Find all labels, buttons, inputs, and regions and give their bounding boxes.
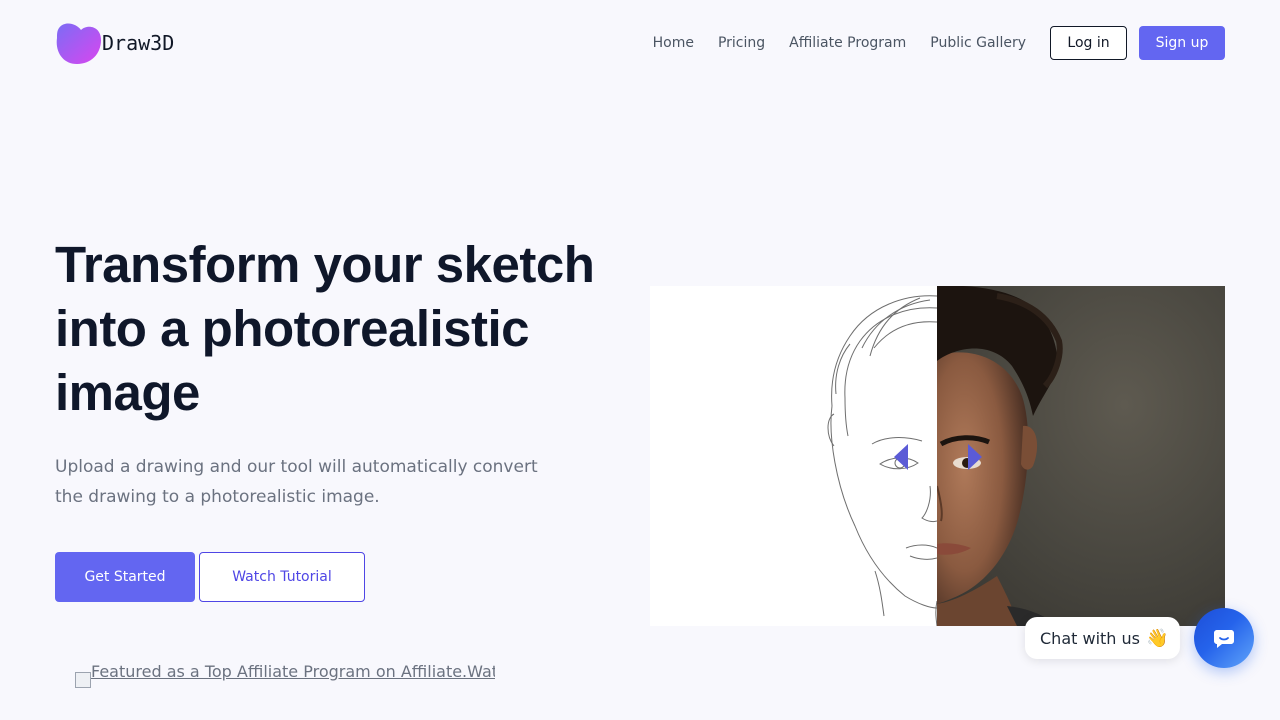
hero-title: Transform your sketch into a photorealis… [55, 236, 595, 421]
watch-tutorial-button[interactable]: Watch Tutorial [199, 552, 365, 602]
before-after-compare[interactable] [650, 286, 1225, 626]
featured-badge-link[interactable]: Featured as a Top Affiliate Program on A… [75, 662, 495, 688]
chat-open-button[interactable] [1194, 608, 1254, 668]
chevron-right-icon[interactable] [968, 444, 982, 470]
main-nav: Home Pricing Affiliate Program Public Ga… [653, 26, 1225, 60]
chevron-left-icon[interactable] [894, 444, 908, 470]
broken-image-icon [75, 672, 91, 688]
chat-icon [1214, 630, 1234, 648]
nav-public-gallery[interactable]: Public Gallery [930, 26, 1026, 60]
hero-subtitle: Upload a drawing and our tool will autom… [55, 457, 538, 507]
chat-bubble[interactable]: Chat with us 👋 [1025, 617, 1180, 659]
login-button[interactable]: Log in [1050, 26, 1127, 60]
nav-home[interactable]: Home [653, 26, 694, 60]
signup-button[interactable]: Sign up [1139, 26, 1225, 60]
nav-affiliate-program[interactable]: Affiliate Program [789, 26, 906, 60]
chat-bubble-text: Chat with us [1040, 628, 1140, 648]
logo[interactable]: Draw3D [55, 22, 174, 64]
logo-text: Draw3D [102, 31, 175, 55]
nav-pricing[interactable]: Pricing [718, 26, 765, 60]
get-started-button[interactable]: Get Started [55, 552, 195, 602]
featured-badge-alt-text: Featured as a Top Affiliate Program on A… [91, 662, 495, 681]
wave-emoji-icon: 👋 [1145, 627, 1169, 649]
logo-mark-icon [56, 23, 101, 64]
